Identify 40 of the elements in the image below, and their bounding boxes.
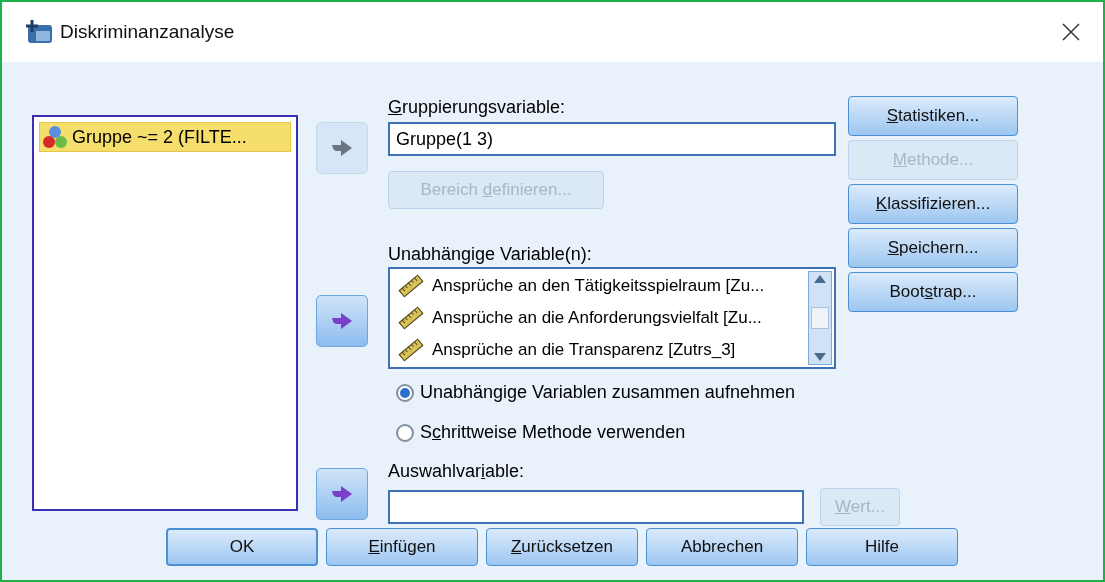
- list-item[interactable]: Ansprüche an die Anforderungsvielfalt [Zu...: [398, 302, 798, 334]
- app-icon: [24, 19, 54, 45]
- radio-option[interactable]: Unabhängige Variablen zusammen aufnehmen: [388, 379, 836, 406]
- dialog-button[interactable]: Einfügen: [326, 528, 478, 566]
- dialog-button[interactable]: Abbrechen: [646, 528, 798, 566]
- list-item[interactable]: Gruppe ~= 2 (FILTE...: [39, 122, 291, 152]
- scroll-down-icon: [814, 353, 826, 361]
- arrow-icon: [331, 139, 353, 157]
- move-arrow-button[interactable]: [316, 468, 368, 520]
- circles-icon: [42, 124, 68, 150]
- window-title: Diskriminanzanalyse: [60, 19, 235, 44]
- variable-label: Ansprüche an die Transparenz [Zutrs_3]: [432, 339, 736, 362]
- side-button[interactable]: Klassifizieren...: [848, 184, 1018, 224]
- side-button[interactable]: Speichern...: [848, 228, 1018, 268]
- radio-button[interactable]: [396, 423, 414, 442]
- scrollbar[interactable]: [808, 271, 832, 365]
- move-arrow-button[interactable]: [316, 122, 368, 174]
- variable-label: Gruppe ~= 2 (FILTE...: [72, 125, 247, 149]
- arrow-icon: [331, 485, 353, 503]
- close-icon[interactable]: [1061, 22, 1081, 42]
- radio-option[interactable]: Schrittweise Methode verwenden: [388, 419, 836, 446]
- move-arrow-button[interactable]: [316, 295, 368, 347]
- grouping-variable-field[interactable]: Gruppe(1 3): [388, 122, 836, 156]
- scroll-thumb[interactable]: [811, 307, 829, 329]
- dialog-button[interactable]: OK: [166, 528, 318, 566]
- dialog-button[interactable]: Hilfe: [806, 528, 958, 566]
- arrow-icon: [331, 312, 353, 330]
- field-label: Unabhängige Variable(n):: [388, 243, 593, 265]
- variable-label: Ansprüche an die Anforderungsvielfalt [Zu...: [432, 307, 762, 330]
- side-button[interactable]: Statistiken...: [848, 96, 1018, 136]
- list-item[interactable]: Ansprüche an die Transparenz [Zutrs_3]: [398, 334, 798, 366]
- scroll-up-icon: [814, 275, 826, 283]
- field-label: Auswahlvariable:: [388, 460, 526, 482]
- list-item[interactable]: Ansprüche an den Tätigkeitsspielraum [Zu...: [398, 270, 798, 302]
- field-label: Gruppierungsvariable:: [388, 96, 567, 118]
- variable-label: Ansprüche an den Tätigkeitsspielraum [Zu...: [432, 275, 765, 298]
- dialog-button[interactable]: Zurücksetzen: [486, 528, 638, 566]
- selection-variable-field[interactable]: [388, 490, 804, 524]
- radio-button[interactable]: [396, 383, 414, 402]
- side-button[interactable]: Bootstrap...: [848, 272, 1018, 312]
